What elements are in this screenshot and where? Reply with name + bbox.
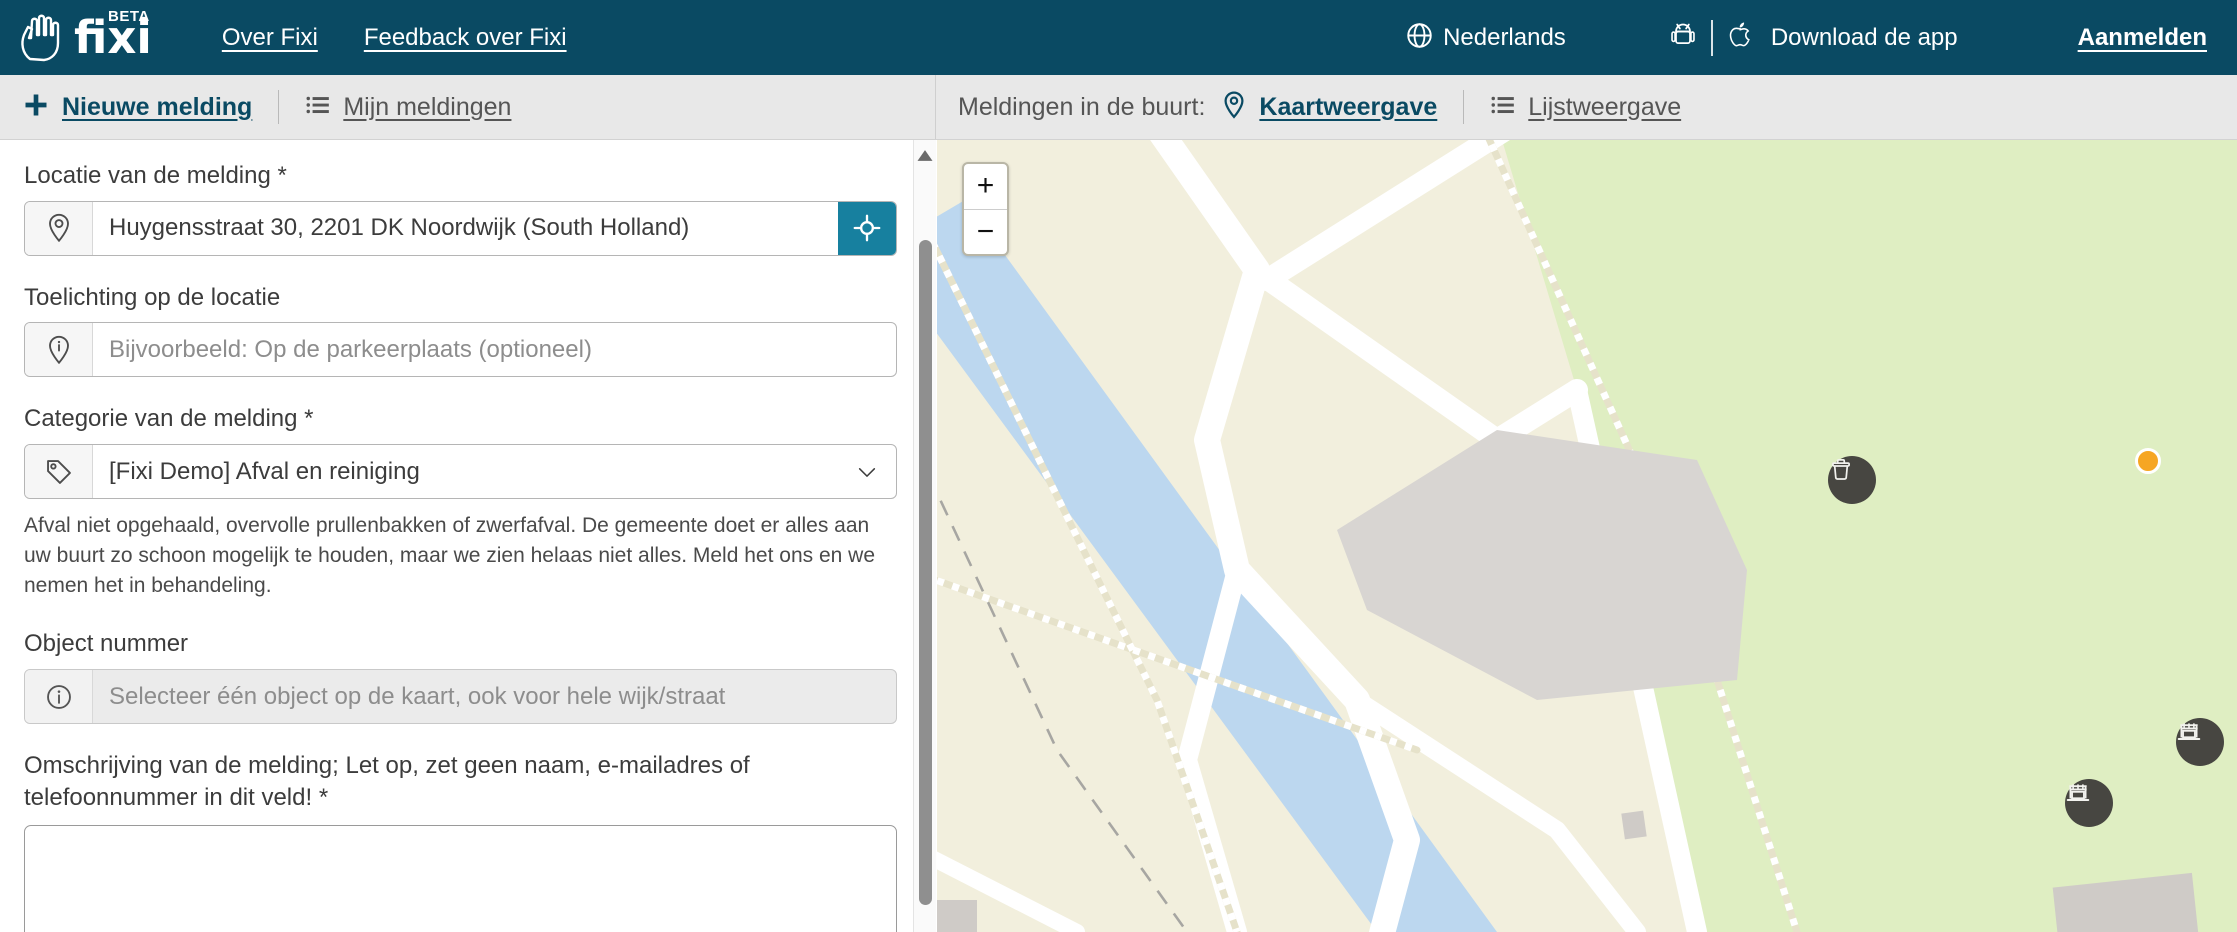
- category-helper-text: Afval niet opgehaald, overvolle prullenb…: [24, 511, 897, 600]
- header-nav-left: Over Fixi Feedback over Fixi: [222, 24, 567, 52]
- app-download-group: Download de app: [1671, 20, 1958, 56]
- subnav-divider-right: [1463, 90, 1464, 124]
- globe-icon: [1406, 22, 1433, 54]
- location-note-label: Toelichting op de locatie: [24, 282, 897, 314]
- object-number-label: Object nummer: [24, 628, 897, 660]
- location-input[interactable]: Huygensstraat 30, 2201 DK Noordwijk (Sou…: [93, 202, 838, 255]
- info-circle-icon: [25, 670, 93, 723]
- logo-beta-badge: BETA: [108, 8, 150, 25]
- top-header: fixi BETA Over Fixi Feedback over Fixi N…: [0, 0, 2237, 75]
- description-field-block: Omschrijving van de melding; Let op, zet…: [24, 750, 897, 932]
- download-app-label[interactable]: Download de app: [1771, 24, 1958, 52]
- feedback-over-fixi-link[interactable]: Feedback over Fixi: [364, 24, 567, 52]
- tab-kaartweergave[interactable]: Kaartweergave: [1221, 91, 1437, 124]
- location-input-row[interactable]: Huygensstraat 30, 2201 DK Noordwijk (Sou…: [24, 201, 897, 256]
- meldingen-in-de-buurt-label: Meldingen in de buurt:: [958, 93, 1205, 122]
- map-pin-info-icon: [25, 323, 93, 376]
- chevron-down-icon[interactable]: [856, 445, 896, 498]
- apple-icon[interactable]: [1729, 22, 1751, 54]
- map-pin-icon: [1221, 91, 1247, 124]
- subnav-left-section: Nieuwe melding Mijn meldingen: [0, 75, 936, 139]
- subnav-divider-left: [278, 90, 279, 124]
- sub-navigation: Nieuwe melding Mijn meldingen Meldingen …: [0, 75, 2237, 140]
- header-nav-right: Nederlands Do: [1406, 20, 2207, 56]
- object-number-input-row: Selecteer één object op de kaart, ook vo…: [24, 669, 897, 724]
- tab-lijstweergave[interactable]: Lijstweergave: [1490, 92, 1681, 123]
- sidebar-item-mijn-meldingen[interactable]: Mijn meldingen: [305, 92, 511, 123]
- hand-pointing-icon: [18, 13, 70, 63]
- report-dot-orange[interactable]: [2135, 448, 2161, 474]
- fixi-logo[interactable]: fixi BETA: [18, 13, 152, 63]
- new-report-form: Locatie van de melding * Huygensstraat 3…: [0, 140, 936, 932]
- map-zoom-in-button[interactable]: +: [964, 164, 1007, 210]
- object-number-field-block: Object nummer Selecteer één object op de…: [24, 628, 897, 724]
- scroll-up-arrow-icon[interactable]: [918, 148, 933, 166]
- location-note-input[interactable]: Bijvoorbeeld: Op de parkeerplaats (optio…: [93, 323, 896, 376]
- description-label: Omschrijving van de melding; Let op, zet…: [24, 750, 897, 814]
- location-note-field-block: Toelichting op de locatie Bijvoorbeeld: …: [24, 282, 897, 378]
- description-textarea[interactable]: [24, 825, 897, 932]
- object-number-input: Selecteer één object op de kaart, ook vo…: [93, 670, 896, 723]
- list-icon: [305, 92, 331, 123]
- subnav-right-section: Meldingen in de buurt: Kaartweergave Lij…: [936, 75, 2237, 139]
- neighbourhood-map[interactable]: + −: [937, 140, 2237, 932]
- nieuwe-melding-label: Nieuwe melding: [62, 93, 252, 122]
- category-value: [Fixi Demo] Afval en reiniging: [93, 445, 856, 498]
- android-icon[interactable]: [1671, 21, 1695, 54]
- poi-trash-bin[interactable]: [1828, 456, 1876, 504]
- form-scrollbar[interactable]: [913, 140, 936, 932]
- store-divider: [1711, 20, 1713, 56]
- poi-bench-1[interactable]: [2176, 718, 2224, 766]
- plus-icon: [22, 91, 50, 124]
- lijstweergave-label: Lijstweergave: [1528, 93, 1681, 122]
- poi-bench-2[interactable]: [2065, 779, 2113, 827]
- map-zoom-out-button[interactable]: −: [964, 210, 1007, 255]
- category-field-block: Categorie van de melding * [Fixi Demo] A…: [24, 403, 897, 600]
- kaartweergave-label: Kaartweergave: [1259, 93, 1437, 122]
- map-pin-icon: [25, 202, 93, 255]
- list-icon: [1490, 92, 1516, 123]
- category-select[interactable]: [Fixi Demo] Afval en reiniging: [24, 444, 897, 499]
- location-field-block: Locatie van de melding * Huygensstraat 3…: [24, 160, 897, 256]
- signin-link[interactable]: Aanmelden: [2078, 24, 2207, 52]
- use-current-location-button[interactable]: [838, 202, 896, 255]
- scrollbar-thumb[interactable]: [919, 240, 932, 905]
- mijn-meldingen-label: Mijn meldingen: [343, 93, 511, 122]
- location-note-input-row[interactable]: Bijvoorbeeld: Op de parkeerplaats (optio…: [24, 322, 897, 377]
- language-label: Nederlands: [1443, 24, 1566, 52]
- sidebar-item-nieuwe-melding[interactable]: Nieuwe melding: [22, 91, 252, 124]
- map-canvas: [937, 140, 2237, 932]
- category-label: Categorie van de melding *: [24, 403, 897, 435]
- over-fixi-link[interactable]: Over Fixi: [222, 24, 318, 52]
- location-label: Locatie van de melding *: [24, 160, 897, 192]
- tag-icon: [25, 445, 93, 498]
- map-zoom-controls[interactable]: + −: [962, 162, 1009, 256]
- language-selector[interactable]: Nederlands: [1406, 22, 1566, 54]
